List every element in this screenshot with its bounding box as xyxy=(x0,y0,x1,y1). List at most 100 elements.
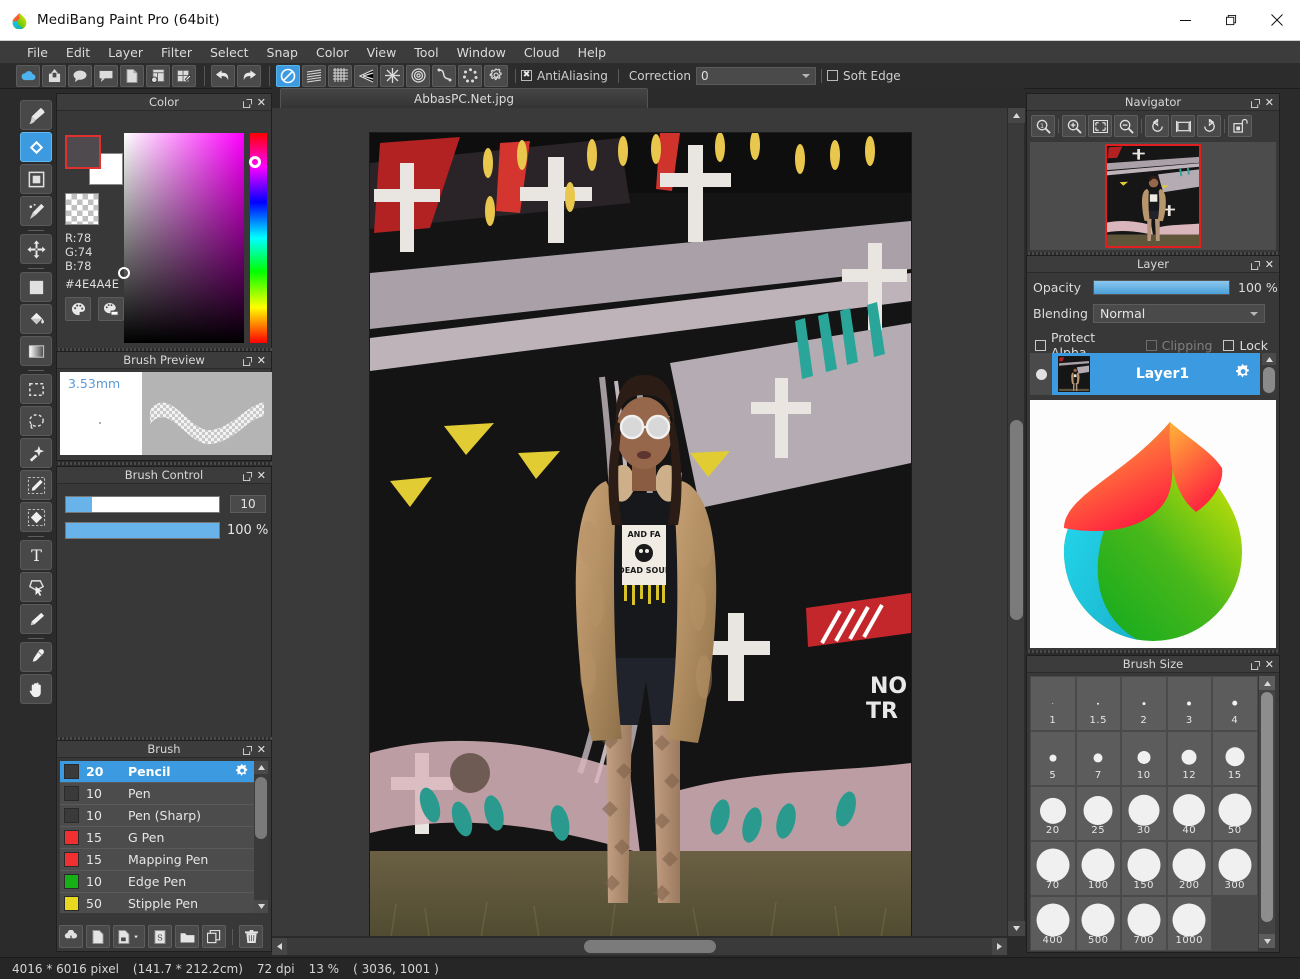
scrollbar-thumb[interactable] xyxy=(1263,367,1275,393)
brush-list-item[interactable]: 10 Edge Pen xyxy=(60,871,256,893)
menu-view[interactable]: View xyxy=(358,43,406,62)
menu-edit[interactable]: Edit xyxy=(57,43,99,62)
flip-horizontal-icon[interactable] xyxy=(1171,115,1195,137)
lasso-select-tool[interactable] xyxy=(20,406,52,436)
fill-tool[interactable] xyxy=(20,272,52,302)
brush-size-cell[interactable]: 100 xyxy=(1075,841,1121,896)
duplicate-icon[interactable] xyxy=(202,925,226,948)
scroll-down-icon[interactable] xyxy=(1008,921,1025,936)
brush-size-cell[interactable]: 4 xyxy=(1212,676,1258,731)
popout-icon[interactable] xyxy=(1251,259,1260,270)
cloud-icon[interactable] xyxy=(16,64,40,87)
scroll-up-icon[interactable] xyxy=(1259,676,1275,690)
reset-rotate-icon[interactable] xyxy=(1228,115,1252,137)
add-brush-icon[interactable] xyxy=(113,925,145,948)
close-icon[interactable]: ✕ xyxy=(257,743,266,756)
brush-list-item[interactable]: 50 Stipple Pen xyxy=(60,893,256,913)
fill-rect-tool[interactable] xyxy=(20,164,52,194)
new-file-icon[interactable] xyxy=(120,64,144,87)
close-button[interactable] xyxy=(1254,0,1300,41)
no-snap-icon[interactable] xyxy=(276,64,300,87)
brush-size-scrollbar[interactable] xyxy=(1259,676,1275,948)
download-brush-icon[interactable] xyxy=(59,925,83,948)
panel-edit-icon[interactable] xyxy=(172,64,196,87)
gear-icon[interactable] xyxy=(235,764,250,782)
brush-size-cell[interactable]: 1.5 xyxy=(1075,676,1121,731)
radial-snap-icon[interactable] xyxy=(380,64,404,87)
brush-size-cell[interactable]: 400 xyxy=(1030,896,1076,951)
popout-icon[interactable] xyxy=(1251,97,1260,108)
brush-size-cell[interactable]: 70 xyxy=(1030,841,1076,896)
menu-layer[interactable]: Layer xyxy=(99,43,152,62)
palette-swatch-icon[interactable] xyxy=(98,297,124,321)
canvas-vertical-scrollbar[interactable] xyxy=(1007,108,1025,936)
brush-size-cell[interactable]: 1000 xyxy=(1166,896,1212,951)
scroll-up-icon[interactable] xyxy=(1008,108,1025,123)
brush-size-cell[interactable]: 500 xyxy=(1075,896,1121,951)
select-pen-tool[interactable] xyxy=(20,470,52,500)
canvas-horizontal-scrollbar[interactable] xyxy=(272,937,1007,955)
menu-color[interactable]: Color xyxy=(307,43,358,62)
layer-visibility-toggle[interactable] xyxy=(1030,353,1052,395)
scroll-right-icon[interactable] xyxy=(992,938,1007,955)
navigator-thumbnail[interactable] xyxy=(1105,144,1201,248)
brush-size-value[interactable]: 10 xyxy=(230,495,266,513)
layer-opacity-slider[interactable] xyxy=(1093,280,1230,295)
vertical-scrollbar-thumb[interactable] xyxy=(1010,420,1023,620)
saturation-value-picker[interactable] xyxy=(118,133,244,343)
lock-checkbox[interactable]: Lock xyxy=(1223,338,1268,353)
fit-screen-icon[interactable] xyxy=(1088,115,1112,137)
rotate-right-icon[interactable] xyxy=(1197,115,1221,137)
eyedropper-tool[interactable] xyxy=(20,642,52,672)
horizontal-scrollbar-thumb[interactable] xyxy=(584,940,716,953)
brush-size-grid[interactable]: 1 1.5 2 3 4 5 7 10 12 15 20 25 30 40 50 70 100 150 200 300 4… xyxy=(1030,676,1258,951)
artboard[interactable]: NO TR AND FA DEAD SOUL xyxy=(370,133,911,936)
close-icon[interactable]: ✕ xyxy=(257,469,266,482)
close-icon[interactable]: ✕ xyxy=(1265,658,1274,671)
brush-list-item[interactable]: 20 Pencil xyxy=(60,761,256,783)
brush-size-cell[interactable]: 2 xyxy=(1121,676,1167,731)
snap-settings-icon[interactable] xyxy=(484,64,508,87)
rect-select-tool[interactable] xyxy=(20,374,52,404)
brush-size-cell[interactable]: 10 xyxy=(1121,731,1167,786)
brush-size-cell[interactable]: 200 xyxy=(1166,841,1212,896)
palette-icon[interactable] xyxy=(65,297,91,321)
page-template-icon[interactable] xyxy=(146,64,170,87)
panel-splitter-5[interactable] xyxy=(1026,650,1280,653)
zoom-100-icon[interactable]: 1 xyxy=(1031,115,1055,137)
canvas-viewport[interactable]: NO TR AND FA DEAD SOUL xyxy=(272,108,1007,936)
curve-snap-icon[interactable] xyxy=(432,64,456,87)
brush-size-cell[interactable]: 30 xyxy=(1121,786,1167,841)
scroll-left-icon[interactable] xyxy=(272,938,287,955)
comment-icon[interactable] xyxy=(68,64,92,87)
antialiasing-checkbox[interactable]: ✖ xyxy=(521,70,532,81)
brush-size-cell[interactable]: 3 xyxy=(1166,676,1212,731)
parallel-lines-icon[interactable] xyxy=(302,64,326,87)
menu-help[interactable]: Help xyxy=(569,43,616,62)
brush-size-cell[interactable]: 20 xyxy=(1030,786,1076,841)
brush-size-cell[interactable]: 40 xyxy=(1166,786,1212,841)
menu-window[interactable]: Window xyxy=(448,43,515,62)
popout-icon[interactable] xyxy=(243,97,252,108)
popout-icon[interactable] xyxy=(243,355,252,366)
zoom-out-icon[interactable] xyxy=(1114,115,1138,137)
brush-size-cell[interactable]: 700 xyxy=(1121,896,1167,951)
menu-snap[interactable]: Snap xyxy=(258,43,307,62)
scroll-down-icon[interactable] xyxy=(1259,934,1275,948)
popout-icon[interactable] xyxy=(1251,659,1260,670)
brush-list-item[interactable]: 10 Pen (Sharp) xyxy=(60,805,256,827)
close-icon[interactable]: ✕ xyxy=(1265,96,1274,109)
scroll-up-icon[interactable] xyxy=(254,761,268,774)
brush-size-cell[interactable]: 12 xyxy=(1166,731,1212,786)
document-tab[interactable]: AbbasPC.Net.jpg xyxy=(280,88,648,108)
popout-icon[interactable] xyxy=(243,744,252,755)
text-tool[interactable]: T xyxy=(20,540,52,570)
scroll-up-icon[interactable] xyxy=(1262,353,1276,365)
select-eraser-tool[interactable] xyxy=(20,502,52,532)
brush-size-cell[interactable]: 1 xyxy=(1030,676,1076,731)
scrollbar-thumb[interactable] xyxy=(1261,692,1273,922)
brush-size-slider[interactable] xyxy=(65,495,220,513)
popout-icon[interactable] xyxy=(243,470,252,481)
delete-icon[interactable] xyxy=(239,925,263,948)
perspective-snap-icon[interactable] xyxy=(354,64,378,87)
